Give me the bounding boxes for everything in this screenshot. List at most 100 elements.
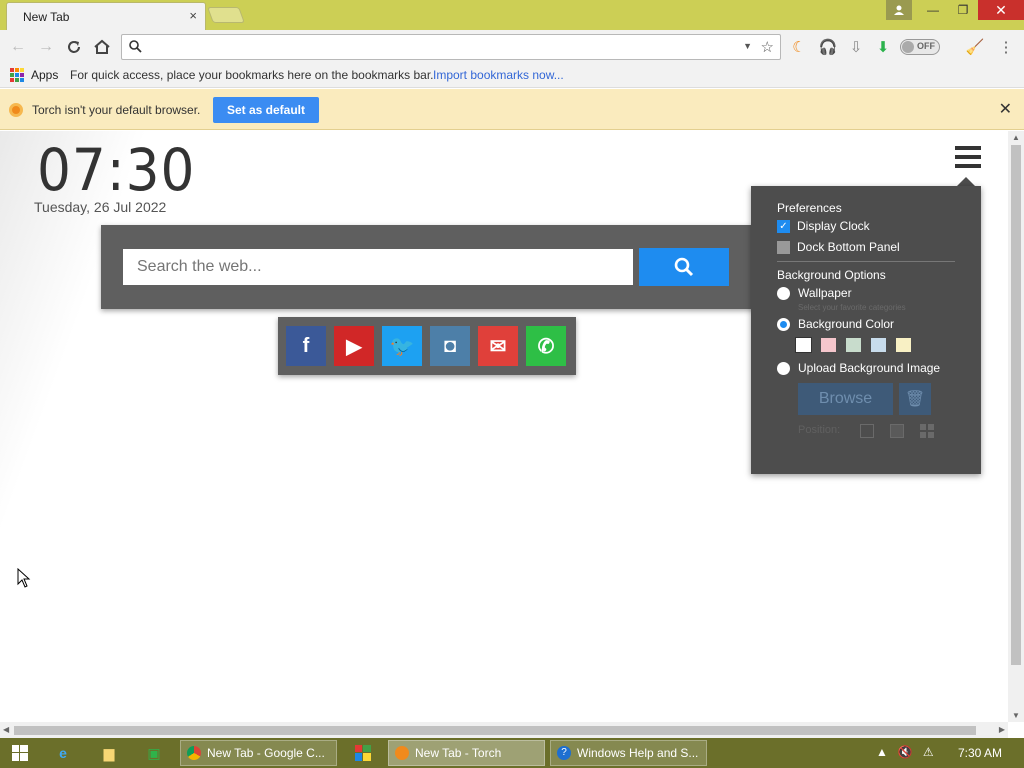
- radio-wallpaper[interactable]: [777, 286, 790, 300]
- hamburger-menu-icon[interactable]: [955, 146, 981, 168]
- tab-strip: New Tab × — ❐ ✕: [0, 0, 1024, 30]
- search-icon: [129, 40, 142, 56]
- broom-icon[interactable]: 🧹: [965, 37, 985, 57]
- torch-icon: [395, 746, 409, 760]
- preferences-popover: Preferences ✓ Display Clock Dock Bottom …: [751, 186, 981, 474]
- background-options-heading: Background Options: [777, 268, 886, 282]
- new-tab-button[interactable]: [207, 7, 245, 23]
- scroll-right-icon[interactable]: ▶: [999, 725, 1005, 734]
- vertical-scroll-thumb[interactable]: [1011, 145, 1021, 665]
- default-browser-infobar: Torch isn't your default browser. Set as…: [0, 89, 1024, 130]
- tab-new-tab[interactable]: New Tab ×: [6, 2, 206, 30]
- torch-extension-icon[interactable]: ☾: [789, 37, 809, 57]
- color-swatch[interactable]: [871, 338, 886, 352]
- system-tray: ▲ 🔇 ⚠: [876, 745, 934, 759]
- youtube-icon[interactable]: ▶: [334, 326, 374, 366]
- scroll-left-icon[interactable]: ◀: [3, 725, 9, 734]
- set-as-default-button[interactable]: Set as default: [213, 97, 319, 123]
- background-color-option[interactable]: Background Color: [777, 317, 894, 331]
- tab-close-icon[interactable]: ×: [189, 8, 197, 23]
- checkbox-unchecked-icon[interactable]: [777, 240, 790, 254]
- search-panel: [101, 225, 757, 309]
- upload-image-option[interactable]: Upload Background Image: [777, 361, 940, 375]
- store-icon[interactable]: ▣: [143, 743, 165, 763]
- ext-toggle-switch[interactable]: OFF: [900, 39, 940, 55]
- apps-link[interactable]: Apps: [31, 68, 58, 82]
- task-label: New Tab - Google C...: [207, 746, 325, 760]
- taskbar-clock[interactable]: 7:30 AM: [958, 746, 1002, 760]
- instagram-icon[interactable]: ◘: [430, 326, 470, 366]
- scroll-up-icon[interactable]: ▲: [1012, 133, 1020, 142]
- wallpaper-option[interactable]: Wallpaper: [777, 286, 852, 300]
- back-arrow-icon[interactable]: ←: [7, 36, 29, 58]
- checkbox-checked-icon[interactable]: ✓: [777, 219, 790, 233]
- whatsapp-icon[interactable]: ✆: [526, 326, 566, 366]
- scroll-down-icon[interactable]: ▼: [1012, 711, 1020, 720]
- wallpaper-label: Wallpaper: [798, 286, 852, 300]
- task-label: New Tab - Torch: [415, 746, 502, 760]
- restore-button[interactable]: ❐: [948, 0, 978, 20]
- color-swatch[interactable]: [821, 338, 836, 352]
- windows-start-icon[interactable]: [9, 743, 31, 763]
- apps-grid-icon[interactable]: [10, 68, 24, 82]
- infobar-close-icon[interactable]: ✕: [999, 99, 1012, 119]
- internet-explorer-icon[interactable]: e: [52, 743, 74, 763]
- search-button[interactable]: [639, 248, 729, 286]
- trash-icon[interactable]: 🗑: [899, 383, 931, 415]
- network-icon[interactable]: ⚠: [923, 745, 934, 759]
- social-panel: f ▶ 🐦 ◘ ✉ ✆: [278, 317, 576, 375]
- tab-title: New Tab: [23, 10, 70, 24]
- minimize-button[interactable]: —: [918, 0, 948, 20]
- task-label: Windows Help and S...: [577, 746, 699, 760]
- clock-date: Tuesday, 26 Jul 2022: [34, 199, 167, 215]
- chevron-down-icon[interactable]: ▼: [743, 41, 752, 51]
- upload-image-label: Upload Background Image: [798, 361, 941, 375]
- home-icon[interactable]: [91, 36, 113, 58]
- import-bookmarks-link[interactable]: Import bookmarks now...: [433, 68, 564, 82]
- radio-upload-image[interactable]: [777, 361, 790, 375]
- address-input[interactable]: [148, 38, 748, 56]
- search-icon: [674, 257, 694, 277]
- toggle-knob: [902, 41, 914, 53]
- email-icon[interactable]: ✉: [478, 326, 518, 366]
- color-swatch[interactable]: [896, 338, 911, 352]
- vertical-scrollbar[interactable]: ▲ ▼: [1008, 131, 1024, 722]
- volume-muted-icon[interactable]: 🔇: [898, 745, 913, 759]
- download-tray-icon[interactable]: ⇩: [846, 37, 866, 57]
- horizontal-scrollbar[interactable]: ◀ ▶: [0, 722, 1008, 738]
- tray-chevron-up-icon[interactable]: ▲: [876, 745, 888, 759]
- forward-arrow-icon[interactable]: →: [35, 36, 57, 58]
- twitter-icon[interactable]: 🐦: [382, 326, 422, 366]
- position-label: Position:: [798, 424, 841, 436]
- music-headphones-icon[interactable]: 🎧: [818, 37, 838, 57]
- display-clock-option[interactable]: ✓ Display Clock: [777, 219, 870, 233]
- file-explorer-icon[interactable]: ▆: [98, 743, 120, 763]
- windows-flag-icon[interactable]: [352, 743, 374, 763]
- clock-time: 07:30: [37, 136, 196, 204]
- address-bar[interactable]: ▼ ☆: [121, 34, 781, 60]
- close-window-button[interactable]: ✕: [978, 0, 1024, 20]
- torrent-download-icon[interactable]: ⬇: [873, 37, 893, 57]
- taskbar-item-torch[interactable]: New Tab - Torch: [388, 740, 545, 766]
- bookmarks-bar: Apps For quick access, place your bookma…: [0, 64, 1024, 88]
- position-tile-option[interactable]: [920, 424, 934, 438]
- bookmarks-hint: For quick access, place your bookmarks h…: [70, 68, 434, 82]
- color-swatch[interactable]: [795, 337, 812, 353]
- position-stretch-option[interactable]: [890, 424, 904, 438]
- radio-background-color[interactable]: [777, 317, 790, 331]
- color-swatch[interactable]: [846, 338, 861, 352]
- bookmark-star-icon[interactable]: ☆: [761, 38, 774, 56]
- reload-icon[interactable]: [63, 36, 85, 58]
- user-profile-icon[interactable]: [886, 0, 912, 20]
- facebook-icon[interactable]: f: [286, 326, 326, 366]
- position-center-option[interactable]: [860, 424, 874, 438]
- taskbar-item-chrome[interactable]: New Tab - Google C...: [180, 740, 337, 766]
- menu-dots-icon[interactable]: ⋮: [996, 37, 1016, 57]
- web-search-input[interactable]: [123, 249, 633, 285]
- taskbar-item-help[interactable]: ? Windows Help and S...: [550, 740, 707, 766]
- wallpaper-subtitle: Select your favorite categories: [798, 303, 906, 312]
- dock-bottom-panel-option[interactable]: Dock Bottom Panel: [777, 240, 900, 254]
- dock-bottom-panel-label: Dock Bottom Panel: [797, 240, 900, 254]
- horizontal-scroll-thumb[interactable]: [14, 726, 976, 735]
- browse-button[interactable]: Browse: [798, 383, 893, 415]
